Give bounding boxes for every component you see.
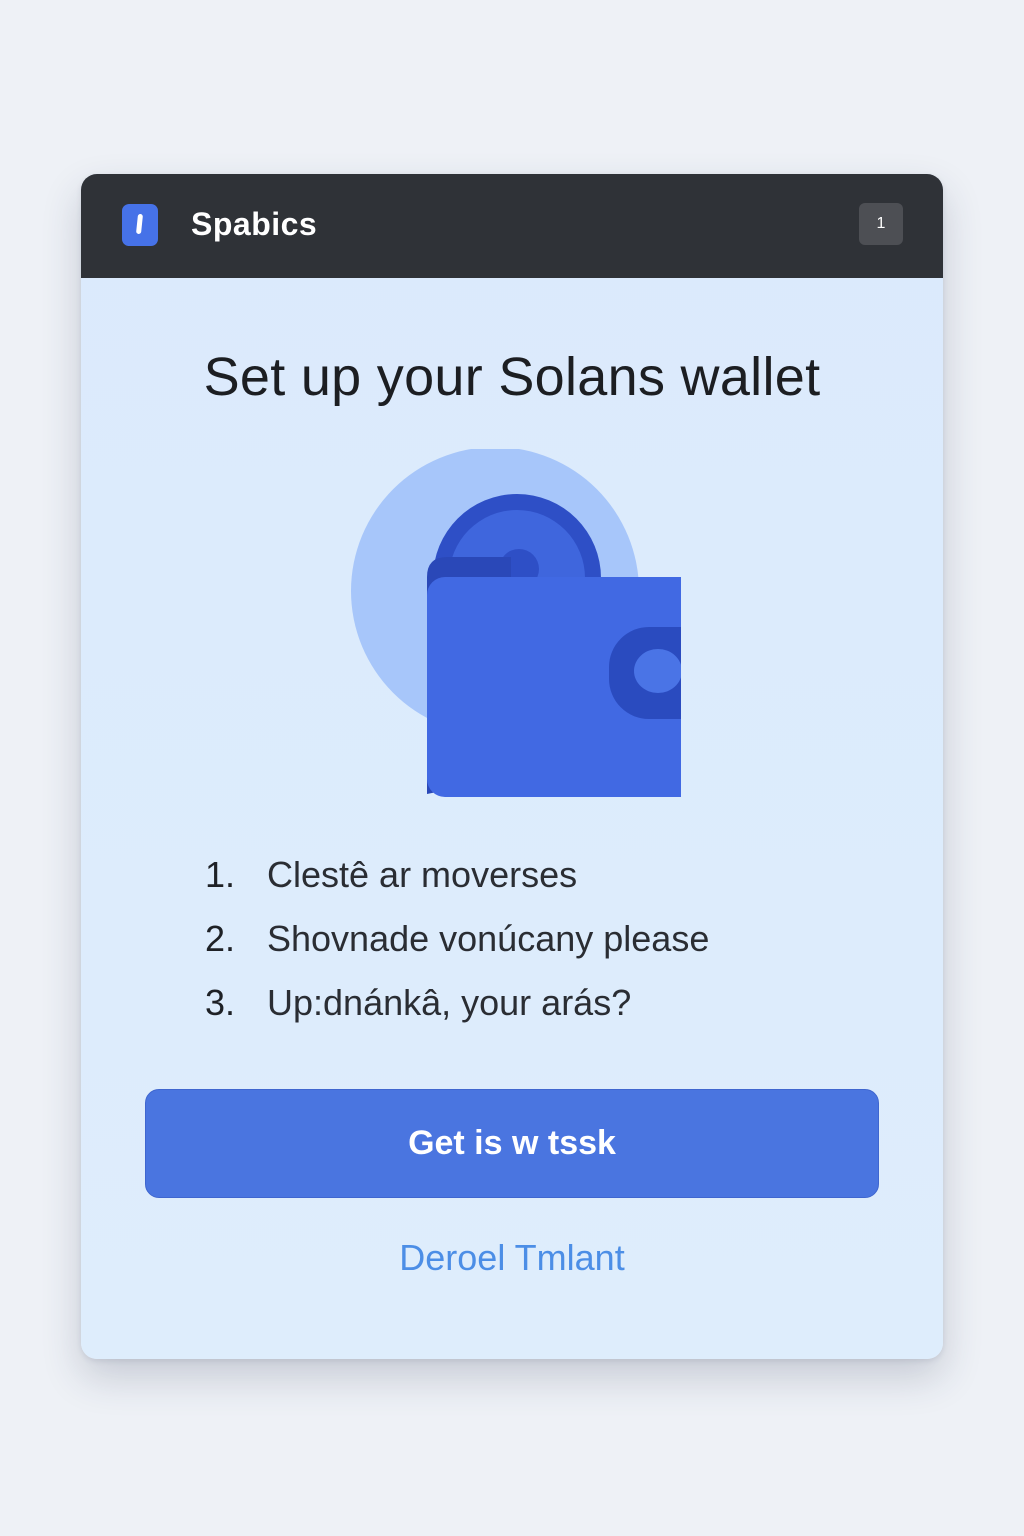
step-item: 1. Clestê ar moverses: [205, 854, 709, 918]
app-icon: [122, 204, 158, 246]
step-text: Shovnade vonúcany please: [267, 918, 710, 959]
step-number: 2.: [205, 918, 236, 959]
setup-dialog: Spabics 1 Set up your Solans wallet 1. C…: [81, 174, 943, 1359]
step-number: 3.: [205, 982, 236, 1023]
wallet-illustration: [351, 449, 681, 797]
step-item: 2. Shovnade vonúcany please: [205, 918, 709, 982]
step-number: 1.: [205, 854, 236, 895]
step-text: Clestê ar moverses: [267, 854, 578, 895]
step-text: Up:dnánkâ, your arás?: [267, 982, 632, 1023]
step-item: 3. Up:dnánkâ, your arás?: [205, 982, 709, 1046]
titlebar-button[interactable]: 1: [859, 203, 903, 245]
page-title: Set up your Solans wallet: [203, 347, 821, 407]
wallet-icon: [427, 557, 681, 797]
secondary-link[interactable]: Deroel Tmlant: [81, 1237, 943, 1279]
get-started-button[interactable]: Get is w tssk: [145, 1089, 879, 1198]
setup-steps: 1. Clestê ar moverses 2. Shovnade vonúca…: [205, 854, 709, 1046]
title-bar: Spabics 1: [81, 174, 943, 278]
window-title: Spabics: [191, 206, 318, 242]
